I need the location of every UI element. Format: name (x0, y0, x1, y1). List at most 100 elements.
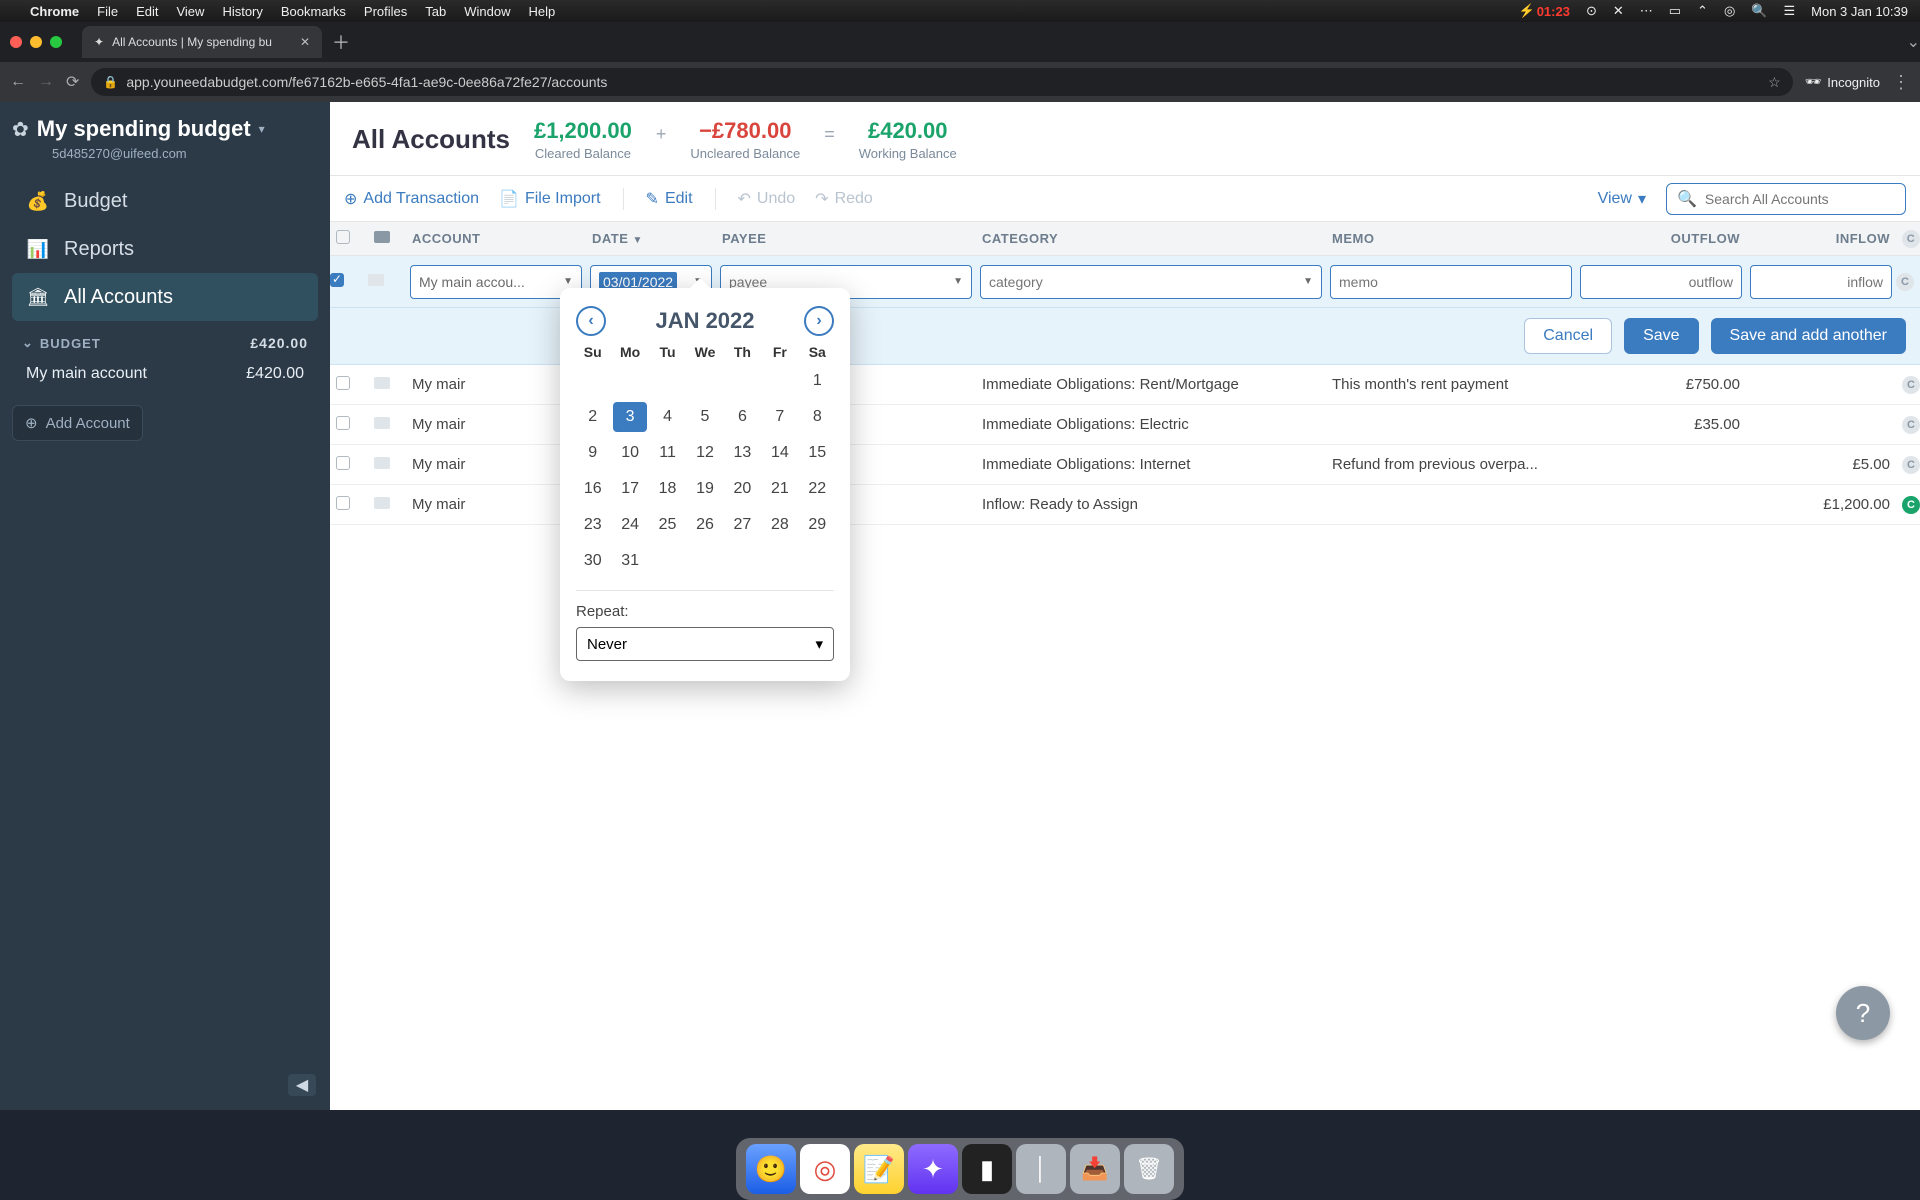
menubar-clock[interactable]: Mon 3 Jan 10:39 (1811, 4, 1908, 19)
search-input[interactable] (1705, 191, 1895, 207)
calendar-day[interactable]: 12 (688, 438, 721, 468)
account-column-header[interactable]: ACCOUNT (406, 231, 586, 246)
row-cleared[interactable]: C (1896, 495, 1920, 514)
edit-row-flag[interactable] (368, 273, 406, 290)
category-column-header[interactable]: CATEGORY (976, 231, 1326, 246)
edit-row-cleared[interactable]: C (1896, 272, 1920, 291)
inflow-input[interactable] (1759, 274, 1883, 290)
calendar-day[interactable]: 6 (726, 402, 759, 432)
address-bar[interactable]: 🔒 app.youneedabudget.com/fe67162b-e665-4… (91, 68, 1792, 96)
bookmark-star-icon[interactable]: ☆ (1768, 74, 1781, 91)
calendar-day[interactable]: 8 (801, 402, 834, 432)
sidebar-section-budget[interactable]: ⌄ BUDGET £420.00 (12, 335, 318, 351)
calendar-day[interactable]: 25 (651, 510, 684, 540)
row-cleared[interactable]: C (1896, 375, 1920, 394)
calendar-day[interactable]: 2 (576, 402, 609, 432)
browser-menu-icon[interactable]: ⋮ (1892, 72, 1910, 93)
incognito-badge[interactable]: 🕶 Incognito (1805, 74, 1880, 90)
menu-profiles[interactable]: Profiles (364, 4, 407, 19)
row-cleared[interactable]: C (1896, 415, 1920, 434)
battery-status-icon[interactable]: ⚡01:23 (1519, 3, 1570, 19)
nav-back-icon[interactable]: ← (10, 73, 26, 91)
calendar-day[interactable]: 15 (801, 438, 834, 468)
calendar-day[interactable]: 5 (688, 402, 721, 432)
dock-chrome-icon[interactable]: ◎ (800, 1144, 850, 1194)
status-icon-2[interactable]: ⋯ (1640, 3, 1653, 19)
menu-view[interactable]: View (176, 4, 204, 19)
file-import-button[interactable]: 📄File Import (499, 189, 601, 209)
edit-button[interactable]: ✎Edit (646, 189, 693, 209)
category-select[interactable]: ▼ (980, 265, 1322, 299)
dropbox-icon[interactable]: ⊙ (1586, 3, 1597, 19)
window-minimize-button[interactable] (30, 36, 42, 48)
budget-switcher[interactable]: ✿ My spending budget ▾ (12, 116, 318, 142)
cleared-column-header[interactable]: C (1896, 230, 1920, 248)
save-button[interactable]: Save (1624, 318, 1698, 354)
row-cleared[interactable]: C (1896, 455, 1920, 474)
outflow-column-header[interactable]: OUTFLOW (1576, 231, 1746, 246)
calendar-day[interactable]: 28 (763, 510, 796, 540)
outflow-input[interactable] (1589, 274, 1733, 290)
nav-reload-icon[interactable]: ⟳ (66, 72, 79, 92)
view-dropdown[interactable]: View ▾ (1598, 189, 1646, 209)
memo-input-wrap[interactable] (1330, 265, 1572, 299)
lock-icon[interactable]: 🔒 (103, 75, 118, 89)
repeat-select[interactable]: Never ▾ (576, 627, 834, 661)
search-box[interactable]: 🔍 (1666, 183, 1906, 215)
calendar-day[interactable]: 13 (726, 438, 759, 468)
category-input[interactable] (989, 274, 1303, 290)
sidebar-item-all-accounts[interactable]: 🏛 All Accounts (12, 273, 318, 321)
memo-input[interactable] (1339, 274, 1563, 290)
calendar-day[interactable]: 27 (726, 510, 759, 540)
add-transaction-button[interactable]: ⊕Add Transaction (344, 189, 479, 209)
dock-finder-icon[interactable]: 🙂 (746, 1144, 796, 1194)
next-month-button[interactable]: › (804, 306, 834, 336)
dock-downloads-icon[interactable]: 📥 (1070, 1144, 1120, 1194)
sidebar-item-budget[interactable]: 💰 Budget (12, 177, 318, 225)
status-icon-1[interactable]: ✕ (1613, 3, 1624, 19)
dock-notes-icon[interactable]: 📝 (854, 1144, 904, 1194)
calendar-day[interactable]: 3 (613, 402, 646, 432)
wifi-icon[interactable]: ⌃ (1697, 3, 1708, 19)
menu-edit[interactable]: Edit (136, 4, 158, 19)
menu-bookmarks[interactable]: Bookmarks (281, 4, 346, 19)
battery-icon[interactable]: ▭ (1669, 3, 1681, 19)
edit-row-checkbox[interactable] (330, 273, 368, 291)
row-flag[interactable] (368, 376, 406, 393)
calendar-day[interactable]: 1 (801, 366, 834, 396)
sidebar-account-item[interactable]: My main account £420.00 (12, 357, 318, 391)
calendar-day[interactable]: 23 (576, 510, 609, 540)
prev-month-button[interactable]: ‹ (576, 306, 606, 336)
calendar-day[interactable]: 22 (801, 474, 834, 504)
date-column-header[interactable]: DATE▼ (586, 231, 716, 246)
window-close-button[interactable] (10, 36, 22, 48)
menu-file[interactable]: File (97, 4, 118, 19)
help-fab-button[interactable]: ? (1836, 986, 1890, 1040)
menu-help[interactable]: Help (529, 4, 556, 19)
calendar-day[interactable]: 4 (651, 402, 684, 432)
sidebar-item-reports[interactable]: 📊 Reports (12, 225, 318, 273)
calendar-day[interactable]: 9 (576, 438, 609, 468)
calendar-day[interactable]: 29 (801, 510, 834, 540)
collapse-sidebar-button[interactable]: ◀ (288, 1074, 316, 1096)
outflow-input-wrap[interactable] (1580, 265, 1742, 299)
calendar-day[interactable]: 17 (613, 474, 646, 504)
cancel-button[interactable]: Cancel (1524, 318, 1612, 354)
calendar-day[interactable]: 31 (613, 546, 646, 576)
calendar-day[interactable]: 10 (613, 438, 646, 468)
row-flag[interactable] (368, 416, 406, 433)
account-select[interactable]: My main accou...▼ (410, 265, 582, 299)
row-flag[interactable] (368, 496, 406, 513)
dock-trash-icon[interactable]: 🗑 (1124, 1144, 1174, 1194)
calendar-day[interactable]: 7 (763, 402, 796, 432)
window-maximize-button[interactable] (50, 36, 62, 48)
control-center-icon[interactable]: ☰ (1783, 3, 1795, 19)
flag-column-header[interactable] (368, 231, 406, 246)
row-checkbox[interactable] (330, 376, 368, 394)
save-and-add-button[interactable]: Save and add another (1711, 318, 1906, 354)
calendar-day[interactable]: 20 (726, 474, 759, 504)
calendar-day[interactable]: 30 (576, 546, 609, 576)
inflow-input-wrap[interactable] (1750, 265, 1892, 299)
calendar-day[interactable]: 24 (613, 510, 646, 540)
menu-tab[interactable]: Tab (425, 4, 446, 19)
